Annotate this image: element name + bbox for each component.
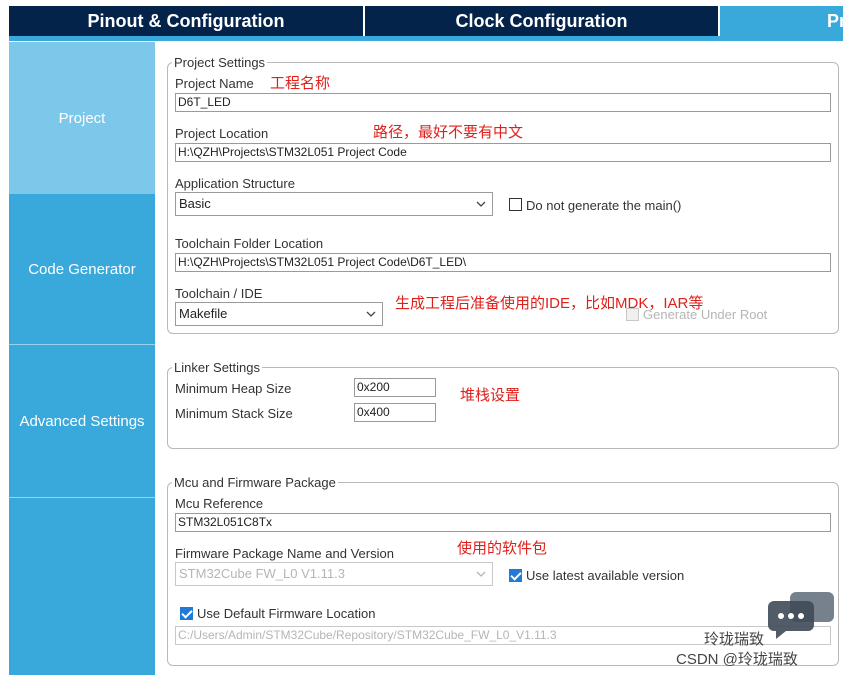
- watermark-csdn: CSDN @玲珑瑞致: [676, 651, 798, 668]
- sidebar-item-code-generator[interactable]: Code Generator: [9, 195, 155, 345]
- project-name-input[interactable]: D6T_LED: [175, 93, 831, 112]
- use-latest-version-label: Use latest available version: [526, 568, 685, 583]
- toolchain-ide-select[interactable]: Makefile: [175, 302, 383, 326]
- project-location-label: Project Location: [175, 126, 269, 141]
- tab-active-underline: [9, 36, 843, 41]
- project-location-input[interactable]: H:\QZH\Projects\STM32L051 Project Code: [175, 143, 831, 162]
- mcu-firmware-title: Mcu and Firmware Package: [172, 475, 338, 490]
- chevron-down-icon: [366, 311, 376, 317]
- tab-clock-configuration[interactable]: Clock Configuration: [365, 6, 718, 36]
- project-name-label: Project Name: [175, 76, 254, 91]
- chevron-down-icon: [476, 571, 486, 577]
- firmware-package-value: STM32Cube FW_L0 V1.11.3: [179, 566, 345, 581]
- toolchain-ide-value: Makefile: [179, 306, 228, 321]
- mcu-reference-label: Mcu Reference: [175, 496, 264, 511]
- linker-settings-title: Linker Settings: [172, 360, 262, 375]
- min-stack-size-input[interactable]: 0x400: [354, 403, 436, 422]
- do-not-generate-main-label: Do not generate the main(): [526, 198, 682, 213]
- mcu-reference-input[interactable]: STM32L051C8Tx: [175, 513, 831, 532]
- application-structure-select[interactable]: Basic: [175, 192, 493, 216]
- toolchain-folder-label: Toolchain Folder Location: [175, 236, 324, 251]
- use-default-firmware-location-label: Use Default Firmware Location: [197, 606, 376, 621]
- toolchain-folder-input[interactable]: H:\QZH\Projects\STM32L051 Project Code\D…: [175, 253, 831, 272]
- min-stack-size-label: Minimum Stack Size: [175, 406, 293, 421]
- min-heap-size-label: Minimum Heap Size: [175, 381, 292, 396]
- chevron-down-icon: [476, 201, 486, 207]
- sidebar-item-project[interactable]: Project: [9, 42, 155, 194]
- annotation-project-name: 工程名称: [270, 75, 331, 92]
- sidebar: Project Code Generator Advanced Settings: [9, 42, 155, 675]
- use-default-firmware-location-checkbox[interactable]: [180, 607, 193, 620]
- min-heap-size-input[interactable]: 0x200: [354, 378, 436, 397]
- top-tab-bar: Pinout & Configuration Clock Configurati…: [0, 0, 843, 42]
- project-settings-group: Project Settings Project Name D6T_LED Pr…: [167, 55, 839, 334]
- firmware-package-select[interactable]: STM32Cube FW_L0 V1.11.3: [175, 562, 493, 586]
- application-structure-label: Application Structure: [175, 176, 295, 191]
- sidebar-item-advanced-settings[interactable]: Advanced Settings: [9, 346, 155, 498]
- tab-project-manager[interactable]: Pr: [720, 6, 843, 36]
- project-settings-title: Project Settings: [172, 55, 268, 70]
- application-structure-value: Basic: [179, 196, 211, 211]
- do-not-generate-main-checkbox[interactable]: [509, 198, 522, 211]
- toolchain-ide-label: Toolchain / IDE: [175, 286, 263, 301]
- chat-bubble-icon: [768, 592, 834, 639]
- annotation-project-location: 路径，最好不要有中文: [373, 124, 524, 141]
- annotation-toolchain: 生成工程后准备使用的IDE，比如MDK，IAR等: [395, 295, 704, 312]
- annotation-stack: 堆栈设置: [460, 387, 521, 404]
- use-latest-version-checkbox[interactable]: [509, 569, 522, 582]
- watermark-logo-text: 玲珑瑞致: [704, 631, 765, 648]
- firmware-package-label: Firmware Package Name and Version: [175, 546, 394, 561]
- tab-pinout-configuration[interactable]: Pinout & Configuration: [9, 6, 363, 36]
- annotation-firmware: 使用的软件包: [457, 540, 548, 557]
- linker-settings-group: Linker Settings Minimum Heap Size 0x200 …: [167, 360, 839, 449]
